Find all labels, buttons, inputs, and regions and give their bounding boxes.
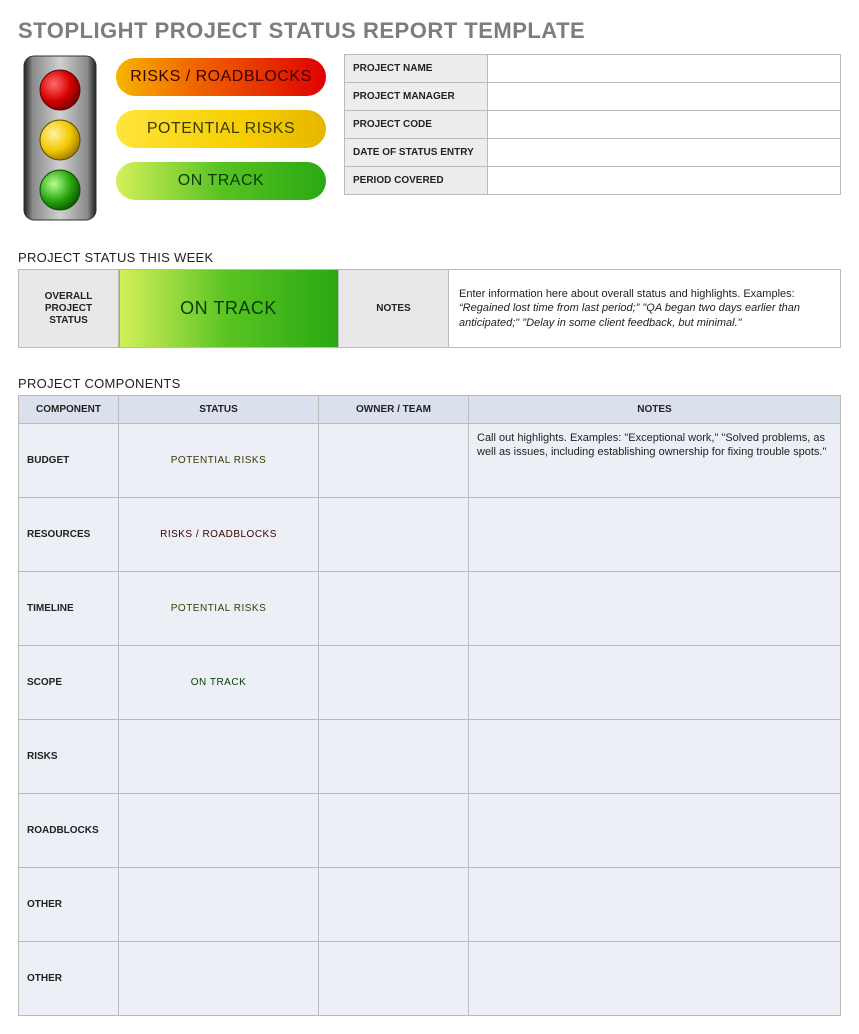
component-label: RISKS [19,720,119,794]
status-notes-cell[interactable]: Enter information here about overall sta… [449,270,841,348]
component-status-cell[interactable]: ON TRACK [119,646,319,720]
table-row: RESOURCESRISKS / ROADBLOCKS [19,498,841,572]
project-meta-table: PROJECT NAMEPROJECT MANAGERPROJECT CODED… [344,54,841,195]
component-notes-cell[interactable]: Call out highlights. Examples: "Exceptio… [469,424,841,498]
component-status-cell[interactable]: POTENTIAL RISKS [119,424,319,498]
col-owner: OWNER / TEAM [319,396,469,424]
meta-label-3: DATE OF STATUS ENTRY [345,139,488,167]
legend-red: RISKS / ROADBLOCKS [116,58,326,96]
component-owner-cell[interactable] [319,868,469,942]
component-owner-cell[interactable] [319,646,469,720]
component-notes-cell[interactable] [469,646,841,720]
component-status-cell[interactable] [119,794,319,868]
component-label: SCOPE [19,646,119,720]
table-row: ROADBLOCKS [19,794,841,868]
meta-value-1[interactable] [488,83,841,111]
status-notes-label: NOTES [339,270,449,348]
component-status-cell[interactable]: RISKS / ROADBLOCKS [119,498,319,572]
component-owner-cell[interactable] [319,720,469,794]
component-owner-cell[interactable] [319,498,469,572]
overall-status-cell[interactable]: ON TRACK [119,270,339,348]
component-label: OTHER [19,942,119,1016]
table-row: SCOPEON TRACK [19,646,841,720]
meta-label-4: PERIOD COVERED [345,167,488,195]
meta-label-2: PROJECT CODE [345,111,488,139]
page-title: STOPLIGHT PROJECT STATUS REPORT TEMPLATE [18,18,841,44]
meta-label-1: PROJECT MANAGER [345,83,488,111]
meta-label-0: PROJECT NAME [345,55,488,83]
component-status-cell[interactable]: POTENTIAL RISKS [119,572,319,646]
component-status-cell[interactable] [119,868,319,942]
stoplight-icon [18,54,102,222]
components-heading: PROJECT COMPONENTS [18,376,841,391]
legend-green: ON TRACK [116,162,326,200]
component-notes-cell[interactable] [469,868,841,942]
table-row: OTHER [19,868,841,942]
component-status-cell[interactable] [119,720,319,794]
table-row: BUDGETPOTENTIAL RISKS Call out highlights… [19,424,841,498]
component-owner-cell[interactable] [319,942,469,1016]
col-notes: NOTES [469,396,841,424]
component-notes-cell[interactable] [469,942,841,1016]
status-week-heading: PROJECT STATUS THIS WEEK [18,250,841,265]
component-notes-cell[interactable] [469,572,841,646]
meta-value-3[interactable] [488,139,841,167]
component-owner-cell[interactable] [319,424,469,498]
component-label: RESOURCES [19,498,119,572]
component-status-cell[interactable] [119,942,319,1016]
meta-value-4[interactable] [488,167,841,195]
col-component: COMPONENT [19,396,119,424]
component-owner-cell[interactable] [319,572,469,646]
table-row: OTHER [19,942,841,1016]
component-notes-cell[interactable] [469,794,841,868]
col-status: STATUS [119,396,319,424]
meta-value-0[interactable] [488,55,841,83]
component-label: OTHER [19,868,119,942]
component-owner-cell[interactable] [319,794,469,868]
component-label: ROADBLOCKS [19,794,119,868]
status-notes-examples: “Regained lost time from last period;” "… [459,302,800,328]
table-row: TIMELINEPOTENTIAL RISKS [19,572,841,646]
overall-status-label: OVERALL PROJECT STATUS [19,270,119,348]
status-week-table: OVERALL PROJECT STATUS ON TRACK NOTES En… [18,269,841,348]
component-notes-cell[interactable] [469,720,841,794]
meta-value-2[interactable] [488,111,841,139]
legend-yellow: POTENTIAL RISKS [116,110,326,148]
table-row: RISKS [19,720,841,794]
status-notes-prefix: Enter information here about overall sta… [459,288,795,300]
components-table: COMPONENT STATUS OWNER / TEAM NOTES BUDG… [18,395,841,1016]
component-notes-cell[interactable] [469,498,841,572]
component-label: BUDGET [19,424,119,498]
component-label: TIMELINE [19,572,119,646]
